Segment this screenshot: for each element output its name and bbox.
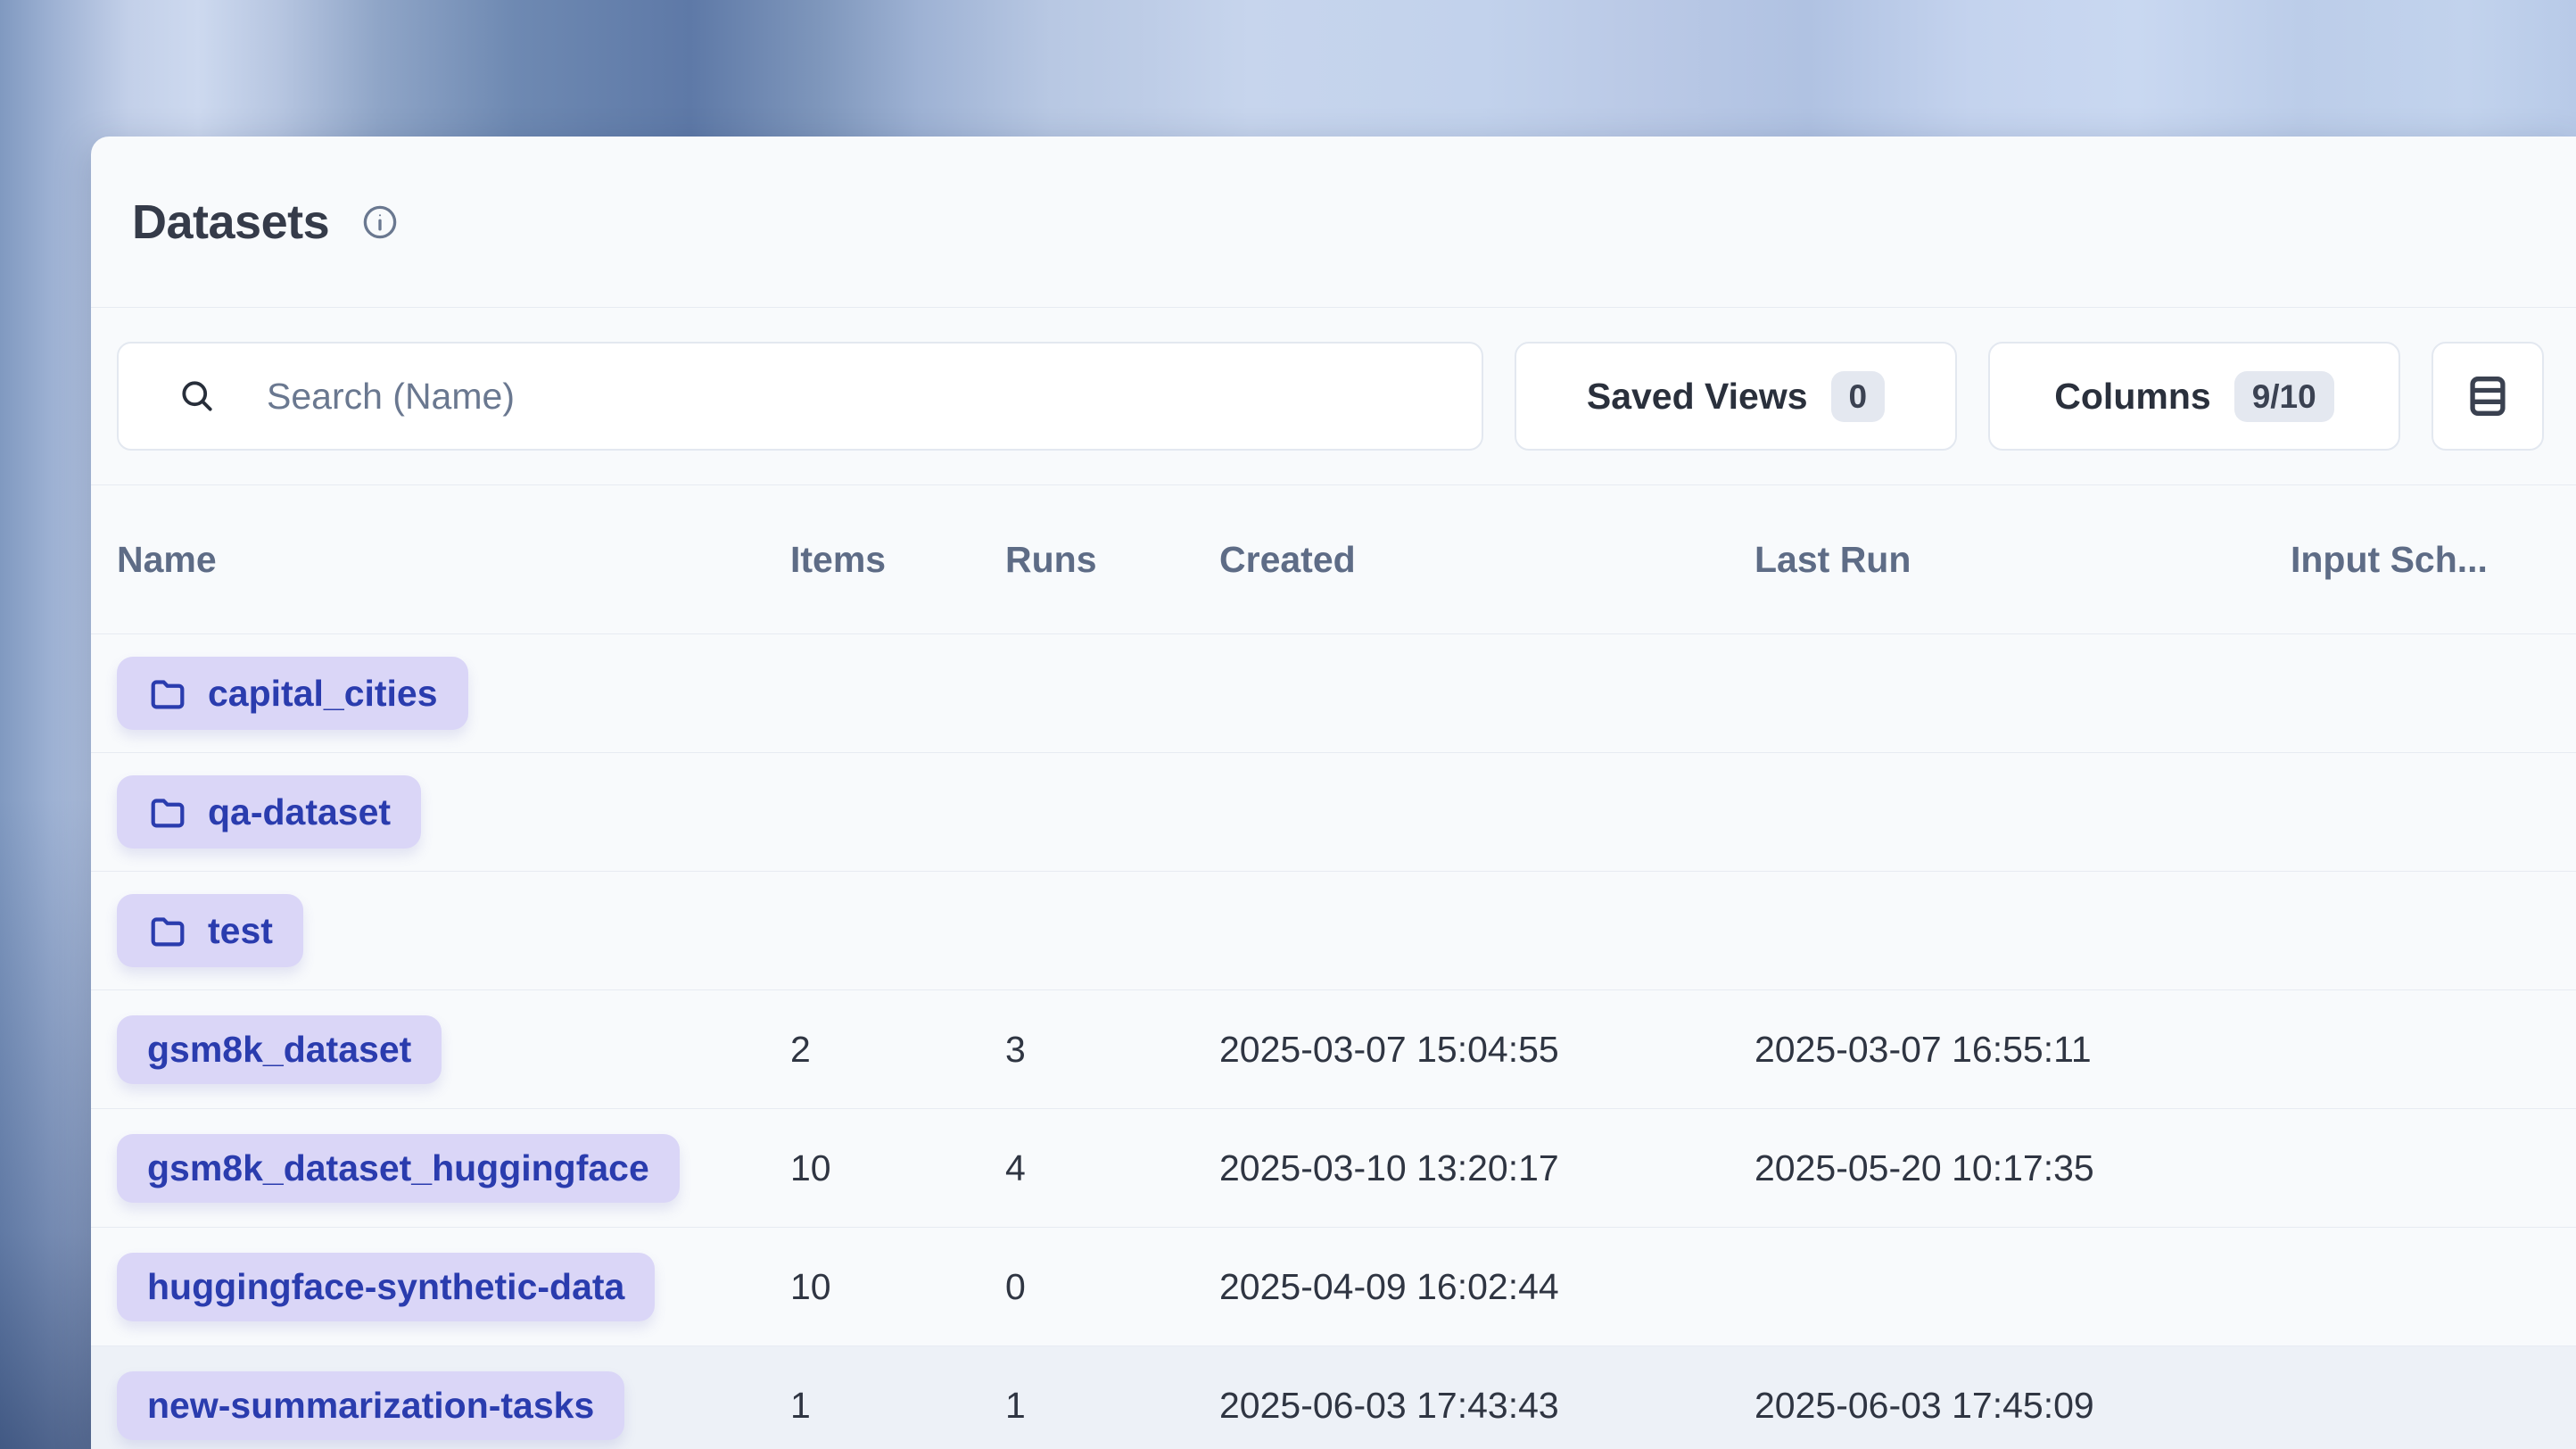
column-header-runs: Runs (1005, 539, 1219, 581)
runs-cell: 4 (1005, 1147, 1219, 1189)
table-row[interactable]: test (91, 871, 2576, 989)
columns-label: Columns (2054, 376, 2210, 418)
saved-views-button[interactable]: Saved Views 0 (1515, 342, 1957, 451)
page-background: { "page": { "title": "Datasets" }, "tool… (0, 0, 2576, 1449)
dataset-name-chip[interactable]: huggingface-synthetic-data (117, 1253, 655, 1321)
created-cell: 2025-06-03 17:43:43 (1219, 1385, 1754, 1427)
column-header-items: Items (790, 539, 1005, 581)
panel-header: Datasets (91, 137, 2576, 307)
folder-icon (147, 673, 188, 714)
dataset-name-label: huggingface-synthetic-data (147, 1269, 624, 1305)
last-run-cell: 2025-06-03 17:45:09 (1754, 1385, 2291, 1427)
table-row[interactable]: huggingface-synthetic-data 10 0 2025-04-… (91, 1227, 2576, 1346)
column-header-input-schema: Input Sch... (2291, 539, 2576, 581)
search-field (117, 342, 1483, 451)
columns-count-badge: 9/10 (2234, 371, 2334, 422)
dataset-name-label: test (208, 913, 273, 949)
folder-icon (147, 910, 188, 951)
dataset-name-chip[interactable]: test (117, 894, 303, 967)
row-density-button[interactable] (2432, 342, 2544, 451)
folder-icon (147, 791, 188, 832)
runs-cell: 3 (1005, 1029, 1219, 1071)
items-cell: 2 (790, 1029, 1005, 1071)
dataset-name-label: gsm8k_dataset_huggingface (147, 1150, 649, 1187)
search-input[interactable] (265, 375, 1482, 418)
table-row[interactable]: capital_cities (91, 633, 2576, 752)
saved-views-label: Saved Views (1587, 376, 1808, 418)
dataset-name-label: gsm8k_dataset (147, 1031, 411, 1068)
items-cell: 10 (790, 1266, 1005, 1308)
dataset-name-chip[interactable]: gsm8k_dataset (117, 1015, 442, 1084)
toolbar: Saved Views 0 Columns 9/10 (91, 308, 2576, 484)
column-header-created: Created (1219, 539, 1754, 581)
columns-button[interactable]: Columns 9/10 (1988, 342, 2400, 451)
info-icon[interactable] (361, 203, 399, 241)
created-cell: 2025-03-10 13:20:17 (1219, 1147, 1754, 1189)
items-cell: 1 (790, 1385, 1005, 1427)
last-run-cell: 2025-05-20 10:17:35 (1754, 1147, 2291, 1189)
dataset-name-chip[interactable]: new-summarization-tasks (117, 1371, 624, 1440)
dataset-name-chip[interactable]: qa-dataset (117, 775, 421, 849)
table-row[interactable]: gsm8k_dataset_huggingface 10 4 2025-03-1… (91, 1108, 2576, 1227)
last-run-cell: 2025-03-07 16:55:11 (1754, 1029, 2291, 1071)
table-row[interactable]: new-summarization-tasks 1 1 2025-06-03 1… (91, 1346, 2576, 1449)
search-icon (178, 377, 217, 416)
created-cell: 2025-04-09 16:02:44 (1219, 1266, 1754, 1308)
datasets-panel: Datasets Saved Views 0 Columns 9/10 (91, 137, 2576, 1449)
column-header-name: Name (117, 539, 790, 581)
page-title: Datasets (132, 195, 329, 250)
table-header-row: Name Items Runs Created Last Run Input S… (91, 485, 2576, 633)
runs-cell: 1 (1005, 1385, 1219, 1427)
runs-cell: 0 (1005, 1266, 1219, 1308)
dataset-name-label: qa-dataset (208, 794, 391, 831)
dataset-name-label: new-summarization-tasks (147, 1387, 594, 1424)
items-cell: 10 (790, 1147, 1005, 1189)
dataset-name-label: capital_cities (208, 675, 438, 712)
dataset-name-chip[interactable]: capital_cities (117, 657, 468, 730)
created-cell: 2025-03-07 15:04:55 (1219, 1029, 1754, 1071)
table-rows-icon (2462, 370, 2514, 422)
table-body: capital_cities qa-dataset (91, 633, 2576, 1449)
table-row[interactable]: gsm8k_dataset 2 3 2025-03-07 15:04:55 20… (91, 989, 2576, 1108)
dataset-name-chip[interactable]: gsm8k_dataset_huggingface (117, 1134, 680, 1203)
saved-views-count-badge: 0 (1831, 371, 1886, 422)
datasets-table: Name Items Runs Created Last Run Input S… (91, 485, 2576, 1449)
table-row[interactable]: qa-dataset (91, 752, 2576, 871)
column-header-last-run: Last Run (1754, 539, 2291, 581)
